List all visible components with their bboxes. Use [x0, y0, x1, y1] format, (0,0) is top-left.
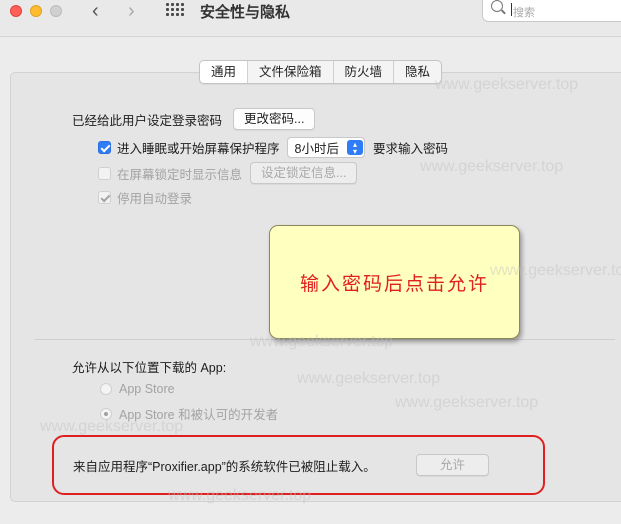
text-cursor: [511, 3, 512, 16]
password-set-label: 已经给此用户设定登录密码: [72, 113, 223, 128]
password-row: 已经给此用户设定登录密码 更改密码...: [72, 108, 316, 130]
tab-general[interactable]: 通用: [200, 61, 249, 83]
show-all-grid-icon[interactable]: [166, 3, 184, 16]
set-lock-message-button[interactable]: 设定锁定信息...: [250, 162, 358, 184]
window-title: 安全性与隐私: [200, 4, 291, 21]
zoom-window-icon[interactable]: [50, 5, 62, 17]
section-divider: [35, 339, 615, 340]
search-field[interactable]: 搜索: [482, 0, 621, 22]
minimize-window-icon[interactable]: [30, 5, 42, 17]
disable-autologin-row: 停用自动登录: [98, 188, 192, 207]
require-password-suffix: 要求输入密码: [372, 142, 448, 156]
option-app-store-row: App Store: [100, 382, 175, 396]
tab-filevault[interactable]: 文件保险箱: [248, 61, 334, 83]
disable-autologin-checkbox[interactable]: [98, 191, 111, 204]
app-store-label: App Store: [119, 382, 175, 396]
require-password-row: 进入睡眠或开始屏幕保护程序 8小时后 ▴ ▾ 要求输入密码: [98, 137, 448, 158]
highlight-box: [52, 435, 545, 495]
tab-privacy[interactable]: 隐私: [394, 61, 441, 83]
app-store-radio[interactable]: [100, 383, 112, 395]
tab-bar: 通用 文件保险箱 防火墙 隐私: [199, 60, 443, 84]
close-window-icon[interactable]: [10, 5, 22, 17]
popup-chevron-icon: ▴ ▾: [346, 140, 363, 155]
option-identified-row: App Store 和被认可的开发者: [100, 404, 278, 423]
instruction-note: 输入密码后点击允许: [269, 225, 520, 339]
title-bar: ‹ › 安全性与隐私 搜索: [0, 0, 621, 37]
identified-developers-label: App Store 和被认可的开发者: [119, 408, 279, 422]
show-message-checkbox[interactable]: [98, 166, 111, 180]
back-arrow-icon[interactable]: ‹: [92, 0, 99, 23]
disable-autologin-label: 停用自动登录: [117, 192, 193, 206]
password-delay-value: 8小时后: [294, 142, 339, 156]
change-password-button[interactable]: 更改密码...: [233, 108, 316, 130]
search-icon: [491, 0, 503, 12]
downloads-heading-label: 允许从以下位置下载的 App:: [72, 361, 227, 375]
password-delay-popup[interactable]: 8小时后 ▴ ▾: [286, 137, 365, 158]
instruction-note-text: 输入密码后点击允许: [299, 272, 489, 295]
tab-firewall[interactable]: 防火墙: [334, 61, 395, 83]
search-placeholder: 搜索: [513, 7, 535, 19]
require-password-checkbox[interactable]: [98, 141, 111, 154]
downloads-heading: 允许从以下位置下载的 App:: [72, 357, 226, 376]
show-message-label: 在屏幕锁定时显示信息: [117, 167, 243, 182]
forward-arrow-icon[interactable]: ›: [128, 0, 135, 23]
require-password-label: 进入睡眠或开始屏幕保护程序: [117, 142, 280, 156]
identified-developers-radio[interactable]: [100, 407, 112, 420]
show-message-row: 在屏幕锁定时显示信息 设定锁定信息...: [98, 162, 358, 184]
